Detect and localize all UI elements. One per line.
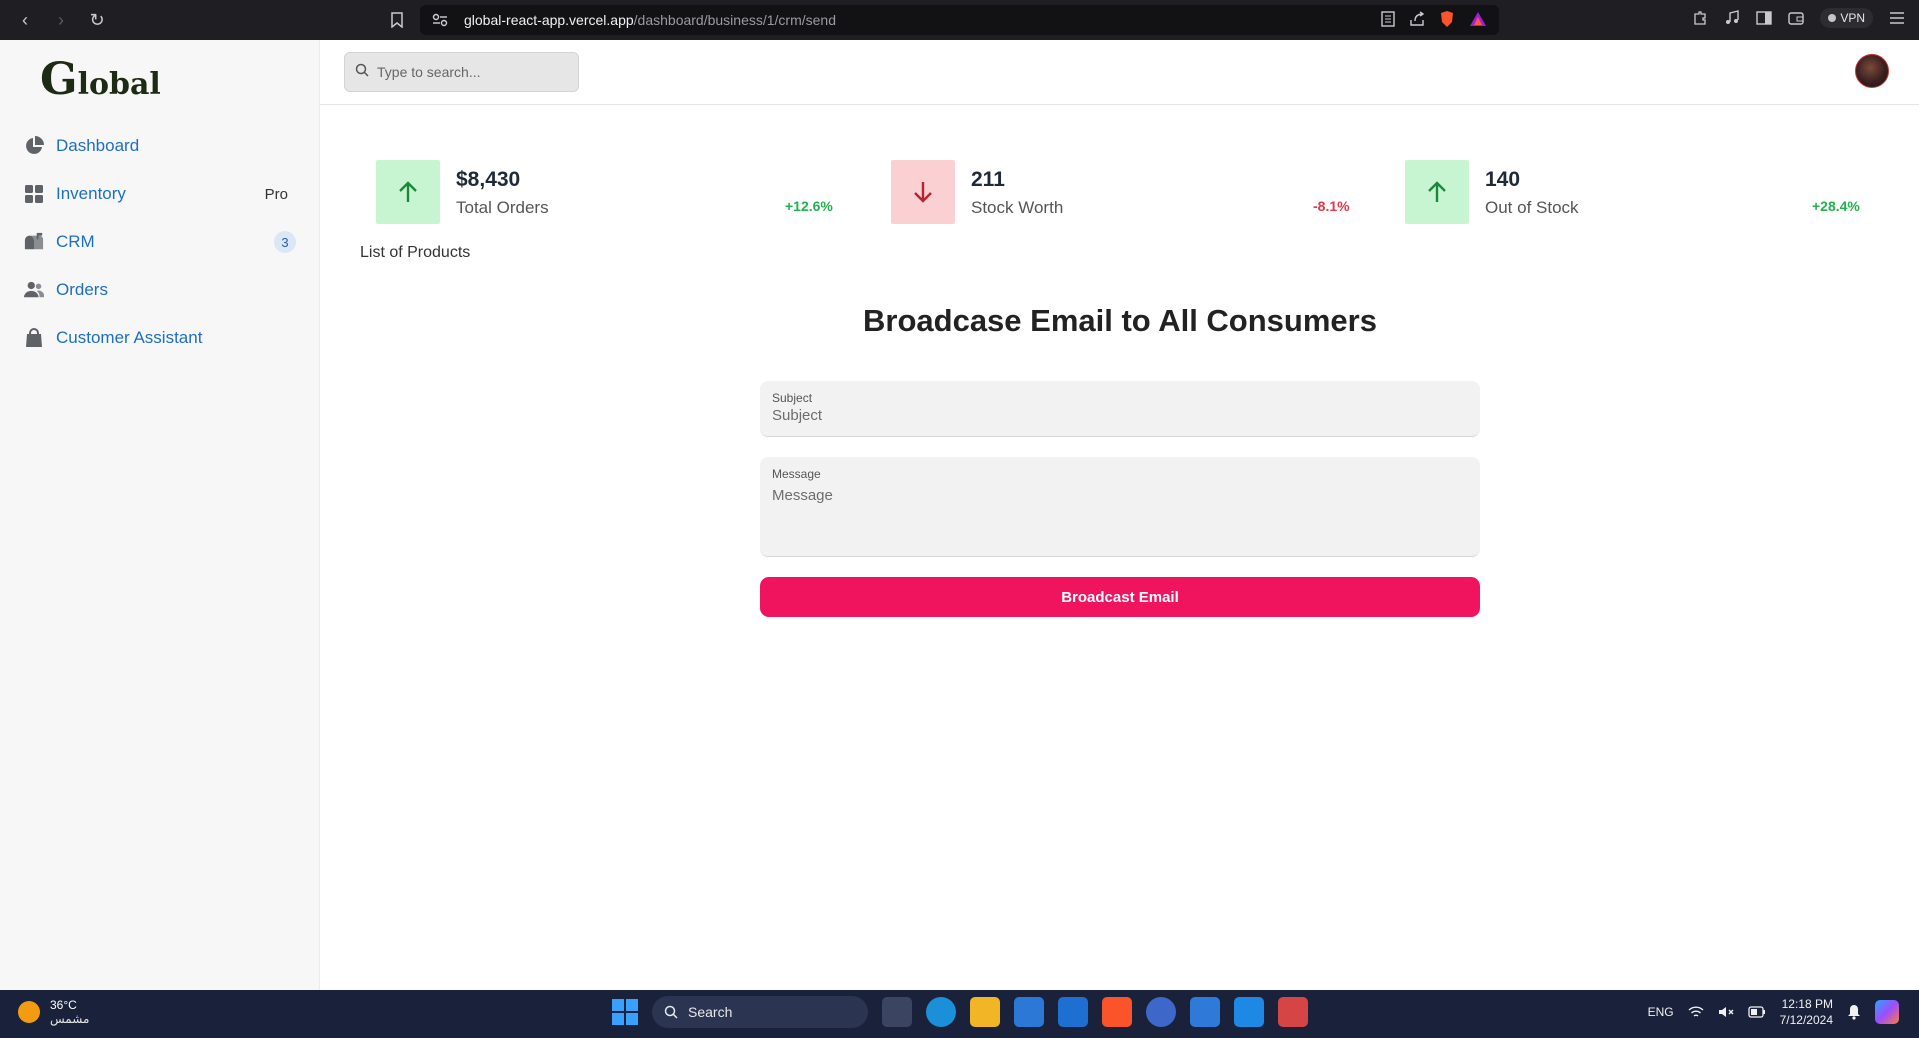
clock-time: 12:18 PM: [1781, 997, 1833, 1011]
sidebar-item-crm[interactable]: CRM 3: [0, 218, 320, 266]
weather-condition: مشمس: [50, 1012, 90, 1026]
logo[interactable]: Global: [40, 54, 161, 105]
arrow-up-icon: [1405, 160, 1469, 224]
sidebar-menu: Dashboard Inventory Pro CRM 3 Orders Cus…: [0, 122, 320, 362]
subject-label: Subject: [772, 391, 813, 405]
browser-toolbar: ‹ › ↻ global-react-app.vercel.app/dashbo…: [0, 0, 1919, 40]
extensions-icon[interactable]: [1692, 10, 1708, 26]
avatar[interactable]: [1855, 54, 1889, 88]
sidebar-item-label: Dashboard: [56, 136, 140, 155]
sun-icon: [18, 1001, 40, 1023]
sidebar-toggle-icon[interactable]: [1756, 10, 1773, 26]
message-field[interactable]: Message: [760, 457, 1480, 557]
notepad-icon[interactable]: [1190, 997, 1220, 1027]
battery-icon[interactable]: [1747, 1006, 1766, 1018]
menu-icon[interactable]: [1889, 11, 1905, 25]
pie-chart-icon: [24, 136, 44, 156]
back-icon[interactable]: ‹: [14, 9, 36, 31]
list-title: List of Products: [360, 244, 471, 261]
broadcast-email-button[interactable]: Broadcast Email: [760, 577, 1480, 617]
stat-card-stock-worth: 211 Stock Worth -8.1%: [891, 160, 1351, 226]
media-icon[interactable]: [1724, 10, 1740, 26]
language-indicator[interactable]: ENG: [1648, 1005, 1674, 1019]
snipping-tool-icon[interactable]: [1278, 997, 1308, 1027]
system-tray: ENG 12:18 PM 7/12/2024: [1648, 996, 1899, 1028]
arrow-down-icon: [891, 160, 955, 224]
brave-icon[interactable]: [1102, 997, 1132, 1027]
taskbar-apps: Search: [612, 996, 1308, 1028]
reload-icon[interactable]: ↻: [86, 9, 108, 31]
brave-shield-icon[interactable]: [1439, 10, 1455, 28]
shopping-bag-icon: [24, 328, 44, 348]
pro-badge: Pro: [264, 185, 288, 203]
copilot-icon[interactable]: [1875, 1000, 1899, 1024]
stat-label: Stock Worth: [971, 198, 1064, 217]
site-settings-icon[interactable]: [432, 11, 450, 29]
stat-value: $8,430: [456, 168, 521, 191]
sidebar: Global Dashboard Inventory Pro CRM 3 Ord…: [0, 40, 320, 990]
subject-input[interactable]: [772, 407, 1462, 424]
forward-icon[interactable]: ›: [50, 9, 72, 31]
search-icon: [355, 63, 369, 82]
crm-count-badge: 3: [274, 231, 296, 253]
search-icon: [664, 1005, 678, 1019]
windows-start-icon[interactable]: [612, 999, 638, 1025]
sidebar-item-dashboard[interactable]: Dashboard: [0, 122, 320, 170]
sidebar-item-orders[interactable]: Orders: [0, 266, 320, 314]
url-text: global-react-app.vercel.app/dashboard/bu…: [464, 12, 836, 28]
mailbox-icon: [24, 232, 44, 252]
subject-field[interactable]: Subject: [760, 381, 1480, 437]
message-label: Message: [772, 467, 821, 481]
vpn-label: VPN: [1840, 11, 1865, 25]
search-input[interactable]: [377, 64, 567, 80]
sidebar-item-customer-assistant[interactable]: Customer Assistant: [0, 314, 320, 362]
taskbar: 36°C مشمس Search ENG 12:18 PM 7/12/2024: [0, 990, 1919, 1038]
arrow-up-icon: [376, 160, 440, 224]
store-icon[interactable]: [1014, 997, 1044, 1027]
stat-card-out-of-stock: 140 Out of Stock +28.4%: [1405, 160, 1865, 226]
sidebar-item-label: Inventory: [56, 184, 126, 203]
message-input[interactable]: [772, 487, 1462, 547]
wallet-icon[interactable]: [1788, 10, 1805, 26]
stat-change: +12.6%: [785, 198, 833, 214]
wifi-icon[interactable]: [1688, 1005, 1704, 1019]
stat-label: Out of Stock: [1485, 198, 1579, 217]
grid-icon: [24, 184, 44, 204]
sidebar-item-label: CRM: [56, 232, 95, 251]
brave-rewards-icon[interactable]: [1469, 11, 1487, 27]
search-box[interactable]: [344, 52, 579, 92]
stat-change: -8.1%: [1313, 198, 1350, 214]
qbittorrent-icon[interactable]: [1146, 997, 1176, 1027]
notification-bell-icon[interactable]: [1847, 1004, 1861, 1020]
stat-label: Total Orders: [456, 198, 549, 217]
page-title: Broadcase Email to All Consumers: [863, 303, 1377, 338]
bookmark-icon[interactable]: [386, 9, 408, 31]
stat-card-total-orders: $8,430 Total Orders +12.6%: [376, 160, 836, 226]
users-icon: [24, 280, 44, 300]
vpn-button[interactable]: VPN: [1820, 8, 1873, 28]
sidebar-item-inventory[interactable]: Inventory Pro: [0, 170, 320, 218]
stat-value: 211: [971, 168, 1005, 191]
reader-mode-icon[interactable]: [1381, 11, 1395, 27]
topbar: [320, 40, 1919, 105]
mail-icon[interactable]: [1058, 997, 1088, 1027]
edge-icon[interactable]: [926, 997, 956, 1027]
taskbar-search-label: Search: [688, 1004, 733, 1020]
weather-widget[interactable]: 36°C مشمس: [18, 998, 89, 1026]
file-explorer-icon[interactable]: [970, 997, 1000, 1027]
task-view-icon[interactable]: [882, 997, 912, 1027]
stat-change: +28.4%: [1812, 198, 1860, 214]
sidebar-item-label: Orders: [56, 280, 108, 299]
stat-value: 140: [1485, 168, 1521, 191]
temperature: 36°C: [50, 998, 77, 1012]
vpn-status-icon: [1828, 14, 1837, 22]
taskbar-search[interactable]: Search: [652, 996, 868, 1028]
clock[interactable]: 12:18 PM 7/12/2024: [1780, 996, 1833, 1028]
sidebar-item-label: Customer Assistant: [56, 328, 203, 347]
clock-date: 7/12/2024: [1779, 1013, 1833, 1027]
share-icon[interactable]: [1409, 11, 1425, 27]
vscode-icon[interactable]: [1234, 997, 1264, 1027]
address-bar[interactable]: global-react-app.vercel.app/dashboard/bu…: [420, 5, 1499, 35]
volume-muted-icon[interactable]: [1718, 1005, 1734, 1019]
